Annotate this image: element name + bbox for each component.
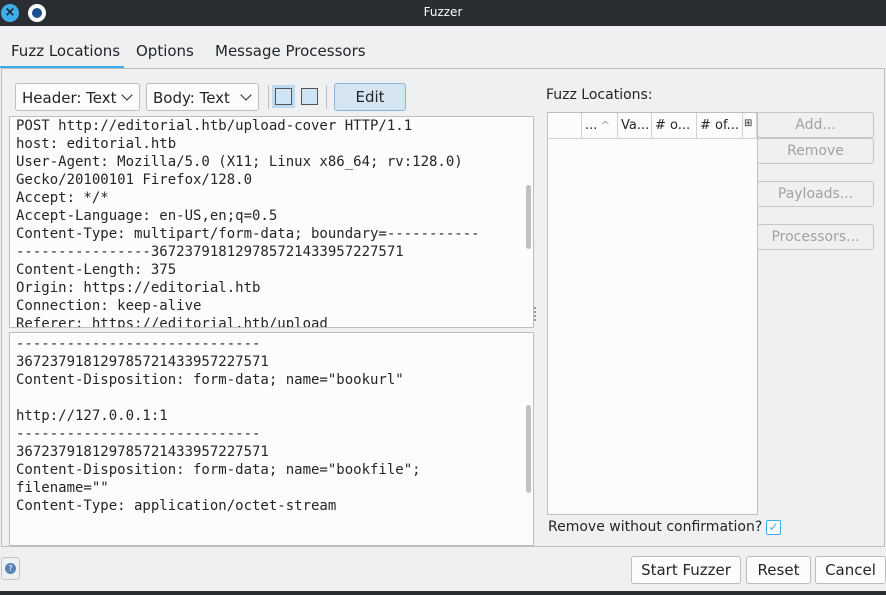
- body-line: Content-Disposition: form-data; name="bo…: [16, 372, 404, 388]
- body-line: [10, 389, 533, 407]
- split-horizontal-icon[interactable]: [301, 88, 318, 105]
- fuzz-locations-table[interactable]: ... ^ Va... # o... # of... ⊞: [547, 112, 758, 515]
- header-line: Origin: https://editorial.htb: [16, 280, 261, 296]
- add-location-button[interactable]: Add...: [757, 112, 874, 138]
- header-editor[interactable]: POST http://editorial.htb/upload-cover H…: [9, 116, 534, 328]
- help-icon: ?: [5, 563, 16, 574]
- chevron-down-icon: [121, 89, 133, 101]
- header-line: Content-Length: 375: [16, 262, 177, 278]
- header-line: Accept-Language: en-US,en;q=0.5: [16, 208, 278, 224]
- header-view-value: Header: Text: [22, 89, 117, 107]
- toolbar-separator: [268, 85, 269, 109]
- toolbar-separator: [326, 85, 327, 109]
- payloads-button[interactable]: Payloads...: [757, 181, 874, 207]
- fuzz-locations-label: Fuzz Locations:: [546, 87, 653, 103]
- body-line: Content-Disposition: form-data; name="bo…: [16, 462, 421, 478]
- body-editor[interactable]: ----------------------------- 3672379181…: [9, 332, 534, 546]
- body-line: -----------------------------: [16, 426, 261, 442]
- body-line: filename="": [16, 480, 109, 496]
- column-header-value[interactable]: Va...: [618, 113, 652, 139]
- split-vertical-icon[interactable]: [275, 88, 292, 105]
- tab-fuzz-locations[interactable]: Fuzz Locations: [11, 42, 120, 60]
- body-line: 367237918129785721433957227571: [16, 444, 269, 460]
- body-view-select[interactable]: Body: Text: [146, 83, 259, 111]
- edit-button[interactable]: Edit: [334, 83, 406, 111]
- header-line: ----------------367237918129785721433957…: [16, 244, 404, 260]
- window-title: Fuzzer: [423, 5, 463, 19]
- tab-options[interactable]: Options: [136, 42, 194, 60]
- column-header-1[interactable]: ... ^: [582, 113, 618, 139]
- remove-without-confirmation-checkbox[interactable]: ✓: [766, 520, 781, 535]
- column-header-count-2[interactable]: # of...: [697, 113, 743, 139]
- column-picker-icon[interactable]: ⊞: [743, 113, 757, 139]
- start-fuzzer-button[interactable]: Start Fuzzer: [631, 556, 741, 584]
- reset-button[interactable]: Reset: [746, 556, 811, 584]
- header-scrollbar[interactable]: [526, 185, 531, 249]
- header-line: Content-Type: multipart/form-data; bound…: [16, 226, 480, 242]
- header-line: Connection: keep-alive: [16, 298, 202, 314]
- header-view-select[interactable]: Header: Text: [15, 83, 140, 111]
- tab-message-processors[interactable]: Message Processors: [215, 42, 366, 60]
- body-view-value: Body: Text: [153, 89, 230, 107]
- window-bottom-edge: [0, 591, 886, 595]
- footer-bar: ? Start Fuzzer Reset Cancel: [0, 547, 886, 595]
- column-header-blank[interactable]: [548, 113, 582, 139]
- body-line: -----------------------------: [16, 336, 261, 352]
- column-header-count-1[interactable]: # o...: [652, 113, 697, 139]
- body-scrollbar[interactable]: [526, 405, 531, 493]
- header-line: Accept: */*: [16, 190, 109, 206]
- chevron-down-icon: [240, 89, 252, 101]
- title-bar: × Fuzzer: [0, 0, 886, 26]
- header-line: host: editorial.htb: [16, 136, 177, 152]
- header-line: User-Agent: Mozilla/5.0 (X11; Linux x86_…: [16, 154, 463, 170]
- pane-splitter[interactable]: [534, 307, 538, 321]
- header-line: POST http://editorial.htb/upload-cover H…: [16, 118, 413, 134]
- body-line: Content-Type: application/octet-stream: [16, 498, 337, 514]
- body-line: http://127.0.0.1:1: [16, 408, 168, 424]
- cancel-button[interactable]: Cancel: [815, 556, 886, 584]
- help-button[interactable]: ?: [1, 557, 20, 580]
- fuzz-locations-panel: Header: Text Body: Text Edit POST http:/…: [1, 68, 885, 547]
- remove-without-confirmation-label: Remove without confirmation?: [548, 519, 763, 535]
- remove-location-button[interactable]: Remove: [757, 138, 874, 164]
- processors-button[interactable]: Processors...: [757, 224, 874, 250]
- header-line: Referer: https://editorial.htb/upload: [16, 316, 328, 328]
- header-line: Gecko/20100101 Firefox/128.0: [16, 172, 253, 188]
- body-line: 367237918129785721433957227571: [16, 354, 269, 370]
- tab-bar: Fuzz Locations Options Message Processor…: [0, 26, 886, 68]
